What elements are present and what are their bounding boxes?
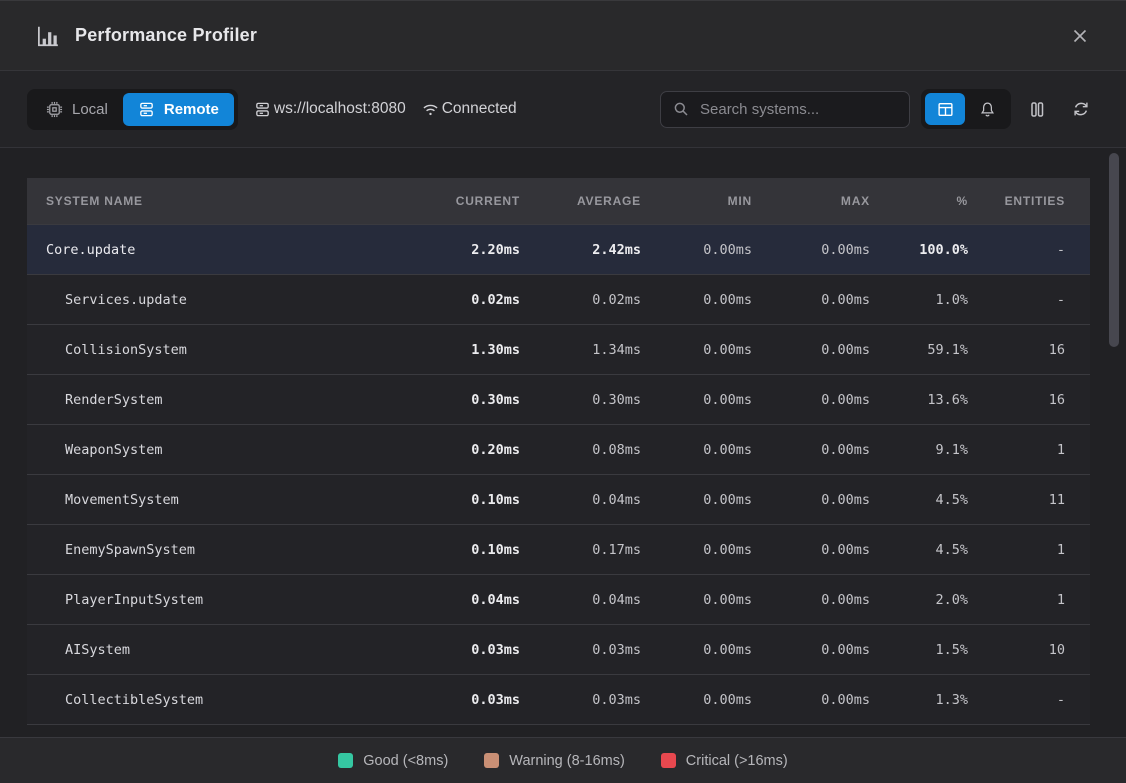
wifi-icon (422, 101, 439, 118)
performance-profiler-window: Performance Profiler (0, 0, 1126, 783)
cpu-icon (46, 101, 63, 118)
remote-mode-button[interactable]: Remote (123, 93, 234, 126)
toolbar: Local Remote (0, 71, 1126, 148)
table-row[interactable]: EnemySpawnSystem 0.10ms 0.17ms 0.00ms 0.… (27, 524, 1090, 574)
column-header-percent[interactable]: % (895, 194, 993, 208)
table-view-icon (937, 101, 954, 118)
local-mode-button[interactable]: Local (31, 93, 123, 126)
table-row[interactable]: PlayerInputSystem 0.04ms 0.04ms 0.00ms 0… (27, 574, 1090, 624)
table-row[interactable]: CollectibleSystem 0.03ms 0.03ms 0.00ms 0… (27, 674, 1090, 724)
close-button[interactable] (1064, 20, 1096, 52)
legend-swatch (661, 753, 676, 768)
ws-endpoint: ws://localhost:8080 (254, 100, 406, 118)
legend-item: Good (<8ms) (338, 753, 448, 769)
table-row[interactable]: RenderSystem 0.30ms 0.30ms 0.00ms 0.00ms… (27, 374, 1090, 424)
page-title: Performance Profiler (75, 25, 1049, 46)
table-row[interactable]: AISystem 0.03ms 0.03ms 0.00ms 0.00ms 1.5… (27, 624, 1090, 674)
column-header-min[interactable]: MIN (666, 194, 777, 208)
refresh-button[interactable] (1063, 91, 1099, 127)
table-view-button[interactable] (925, 93, 965, 125)
search-icon (673, 101, 689, 117)
connection-status: Connected (422, 100, 517, 118)
scrollbar-thumb[interactable] (1109, 153, 1119, 347)
legend: Good (<8ms) Warning (8-16ms) Critical (>… (0, 737, 1126, 783)
table-body: Core.update 2.20ms 2.42ms 0.00ms 0.00ms … (27, 224, 1090, 724)
remote-mode-label: Remote (164, 101, 219, 118)
legend-swatch (484, 753, 499, 768)
close-icon (1070, 26, 1090, 46)
ws-url-label: ws://localhost:8080 (274, 100, 406, 118)
pause-icon (1029, 101, 1045, 118)
column-header-entities[interactable]: ENTITIES (993, 194, 1090, 208)
search-box (660, 91, 910, 128)
column-header-average[interactable]: AVERAGE (545, 194, 666, 208)
table-row[interactable]: CollisionSystem 1.30ms 1.34ms 0.00ms 0.0… (27, 324, 1090, 374)
server-icon (138, 101, 155, 118)
profiler-content: SYSTEM NAME CURRENT AVERAGE MIN MAX % EN… (0, 148, 1126, 737)
view-toggle-group (921, 89, 1011, 129)
legend-label: Warning (8-16ms) (509, 753, 625, 769)
server-icon (254, 101, 271, 118)
column-header-current[interactable]: CURRENT (425, 194, 545, 208)
legend-item: Critical (>16ms) (661, 753, 788, 769)
table-header-row: SYSTEM NAME CURRENT AVERAGE MIN MAX % EN… (27, 178, 1090, 224)
alerts-button[interactable] (967, 93, 1007, 125)
table-row[interactable]: Core.update 2.20ms 2.42ms 0.00ms 0.00ms … (27, 224, 1090, 274)
legend-label: Good (<8ms) (363, 753, 448, 769)
search-input[interactable] (698, 100, 897, 119)
connection-mode-toggle: Local Remote (27, 89, 238, 130)
legend-label: Critical (>16ms) (686, 753, 788, 769)
systems-table: SYSTEM NAME CURRENT AVERAGE MIN MAX % EN… (27, 178, 1090, 725)
table-row[interactable]: WeaponSystem 0.20ms 0.08ms 0.00ms 0.00ms… (27, 424, 1090, 474)
local-mode-label: Local (72, 101, 108, 118)
table-row[interactable]: Services.update 0.02ms 0.02ms 0.00ms 0.0… (27, 274, 1090, 324)
titlebar: Performance Profiler (0, 1, 1126, 71)
connection-status-label: Connected (442, 100, 517, 118)
pause-button[interactable] (1019, 91, 1055, 127)
legend-item: Warning (8-16ms) (484, 753, 625, 769)
bell-icon (979, 101, 996, 118)
bar-chart-icon (34, 23, 60, 49)
refresh-icon (1072, 100, 1090, 118)
column-header-system-name[interactable]: SYSTEM NAME (27, 194, 425, 208)
legend-swatch (338, 753, 353, 768)
column-header-max[interactable]: MAX (777, 194, 895, 208)
table-row[interactable]: MovementSystem 0.10ms 0.04ms 0.00ms 0.00… (27, 474, 1090, 524)
